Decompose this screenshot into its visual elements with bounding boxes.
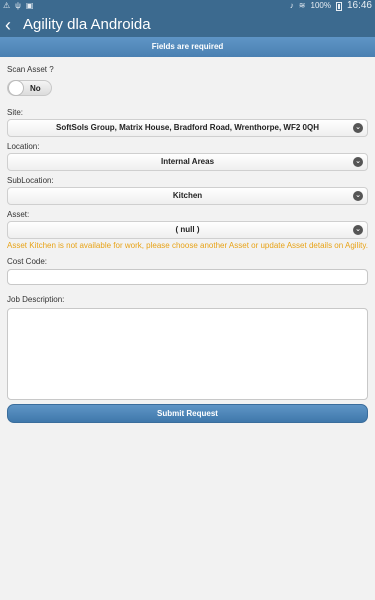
asset-value: ( null ) <box>175 225 200 234</box>
cost-code-label: Cost Code: <box>7 257 48 266</box>
job-description-input[interactable] <box>7 308 368 400</box>
battery-level: 100% <box>310 1 331 10</box>
scan-asset-toggle[interactable]: No <box>7 80 52 96</box>
site-label: Site: <box>7 108 24 117</box>
mute-icon: ♪ <box>289 1 294 10</box>
submit-request-button[interactable]: Submit Request <box>7 404 368 423</box>
wifi-icon: ≋ <box>298 1 306 10</box>
site-select[interactable]: SoftSols Group, Matrix House, Bradford R… <box>7 119 368 137</box>
app-bar: ‹ Agility dla Androida <box>0 12 375 37</box>
request-form: Scan Asset ? No Site: SoftSols Group, Ma… <box>7 65 368 423</box>
chevron-down-icon: ⌄ <box>353 191 363 201</box>
toggle-knob <box>8 80 24 96</box>
required-banner: Fields are required <box>0 37 375 57</box>
sublocation-label: SubLocation: <box>7 176 54 185</box>
chevron-down-icon: ⌄ <box>353 225 363 235</box>
chevron-down-icon: ⌄ <box>353 123 363 133</box>
toggle-value: No <box>30 84 41 93</box>
back-icon[interactable]: ‹ <box>5 15 19 35</box>
clock: 16:46 <box>346 0 372 11</box>
asset-label: Asset: <box>7 210 30 219</box>
chevron-down-icon: ⌄ <box>353 157 363 167</box>
cost-code-input[interactable] <box>7 269 368 285</box>
battery-icon <box>335 1 342 11</box>
site-value: SoftSols Group, Matrix House, Bradford R… <box>56 123 319 132</box>
job-description-label: Job Description: <box>7 295 65 304</box>
status-bar: ⚠ ψ ▣ ♪ ≋ 100% 16:46 <box>0 0 375 12</box>
sublocation-value: Kitchen <box>172 191 203 200</box>
image-icon: ▣ <box>25 1 34 10</box>
scan-asset-label: Scan Asset ? <box>7 65 54 74</box>
sublocation-select[interactable]: Kitchen ⌄ <box>7 187 368 205</box>
asset-select[interactable]: ( null ) ⌄ <box>7 221 368 239</box>
app-title: Agility dla Androida <box>23 16 151 33</box>
location-select[interactable]: Internal Areas ⌄ <box>7 153 368 171</box>
usb-icon: ψ <box>15 1 21 10</box>
asset-warning: Asset Kitchen is not available for work,… <box>7 241 368 250</box>
notification-icon: ⚠ <box>3 1 11 10</box>
location-label: Location: <box>7 142 40 151</box>
location-value: Internal Areas <box>160 157 215 166</box>
